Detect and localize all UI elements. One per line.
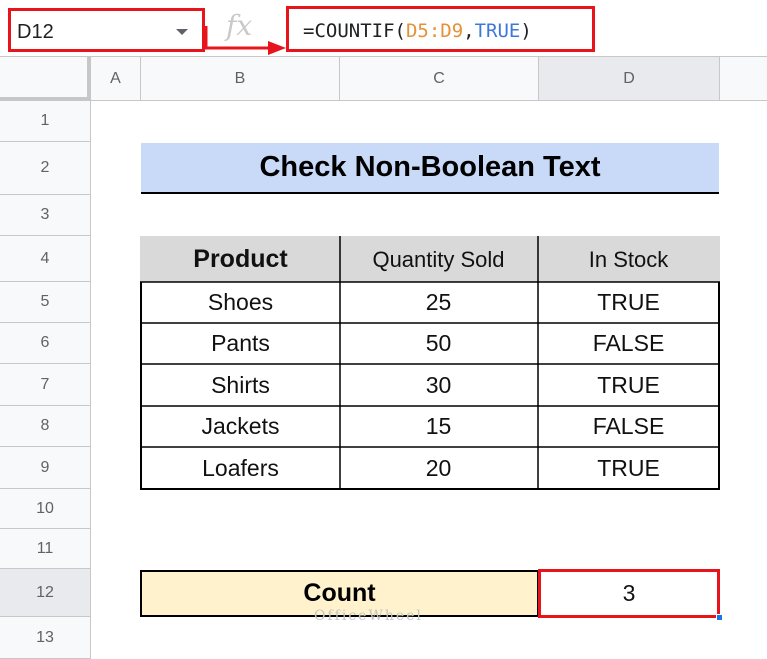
chevron-down-icon[interactable] [176,29,188,35]
table-cell[interactable]: Shirts [142,364,339,406]
table-cell[interactable]: Pants [142,323,339,364]
table-header-in-stock[interactable]: In Stock [539,238,718,281]
table-cell[interactable]: TRUE [539,282,718,323]
table-cell[interactable]: Jackets [142,406,339,447]
select-all-corner[interactable] [0,57,91,101]
formula-input[interactable]: =COUNTIF(D5:D9,TRUE) [286,6,595,52]
table-cell[interactable]: TRUE [539,364,718,406]
arrow-icon [204,26,286,55]
formula-argument: TRUE [474,20,521,42]
column-header-c[interactable]: C [340,57,539,101]
column-header-d[interactable]: D [539,57,720,101]
watermark-logo: OfficeWheel [314,608,423,624]
row-header-3[interactable]: 3 [0,195,91,236]
formula-separator: , [463,20,475,42]
column-header-a[interactable]: A [91,57,141,101]
table-cell[interactable]: TRUE [539,447,718,489]
formula-range: D5:D9 [405,20,464,42]
fill-handle[interactable] [716,614,723,621]
table-cell[interactable]: FALSE [539,406,718,447]
row-header-6[interactable]: 6 [0,323,91,364]
column-header-b[interactable]: B [141,57,340,101]
table-cell[interactable]: Loafers [142,447,339,489]
table-header-product[interactable]: Product [142,238,339,281]
row-header-9[interactable]: 9 [0,447,91,489]
table-cell[interactable]: 15 [340,406,537,447]
row-header-5[interactable]: 5 [0,282,91,323]
row-header-12[interactable]: 12 [0,569,91,617]
table-header-quantity[interactable]: Quantity Sold [340,238,537,281]
name-box[interactable]: D12 [8,8,205,52]
table-cell[interactable]: FALSE [539,323,718,364]
table-cell[interactable]: 50 [340,323,537,364]
table-cell[interactable]: 30 [340,364,537,406]
count-value-cell[interactable]: 3 [538,569,720,618]
row-header-7[interactable]: 7 [0,364,91,406]
row-header-4[interactable]: 4 [0,236,91,282]
row-header-8[interactable]: 8 [0,406,91,447]
formula-text: =COUNTIF(D5:D9,TRUE) [303,20,532,42]
formula-function: =COUNTIF( [303,20,406,42]
row-header-1[interactable]: 1 [0,101,91,142]
cell-reference: D12 [17,21,54,43]
table-cell[interactable]: 25 [340,282,537,323]
row-header-10[interactable]: 10 [0,489,91,529]
table-cell[interactable]: 20 [340,447,537,489]
table-cell[interactable]: Shoes [142,282,339,323]
row-header-13[interactable]: 13 [0,617,91,659]
formula-close: ) [520,20,532,42]
row-header-2[interactable]: 2 [0,142,91,195]
row-header-11[interactable]: 11 [0,529,91,569]
column-header-next[interactable] [720,57,767,101]
formula-bar: D12 fx =COUNTIF(D5:D9,TRUE) [0,0,767,57]
sheet-title[interactable]: Check Non-Boolean Text [141,143,719,194]
